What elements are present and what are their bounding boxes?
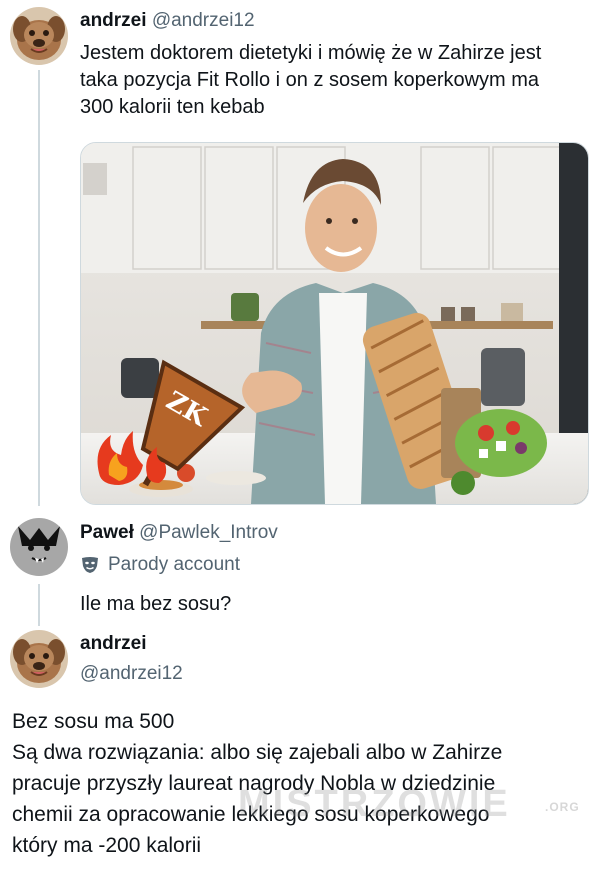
dog-avatar-icon bbox=[10, 7, 68, 65]
tweet-text-line: Bez sosu ma 500 bbox=[12, 710, 175, 733]
parody-label: Parody account bbox=[108, 554, 241, 575]
tweet-text: Ile ma bez sosu? bbox=[80, 593, 232, 615]
kebab-promo-image: ZK bbox=[81, 143, 588, 504]
tweet-text-line: 300 kalorii ten kebab bbox=[80, 96, 265, 118]
tweet-image[interactable]: ZK bbox=[80, 142, 589, 505]
tweet-text-line: taka pozycja Fit Rollo i on z sosem kope… bbox=[80, 69, 540, 91]
parody-account-badge: Parody account bbox=[80, 554, 240, 576]
author-handle[interactable]: @andrzei12 bbox=[152, 10, 255, 31]
thread-line-1 bbox=[38, 70, 40, 506]
dog-avatar-icon bbox=[10, 630, 68, 688]
avatar[interactable] bbox=[10, 7, 68, 65]
watermark: MISTRZOWIE bbox=[238, 783, 511, 825]
vampire-avatar-icon bbox=[10, 518, 68, 576]
author-name[interactable]: Paweł bbox=[80, 522, 134, 543]
author-row: andrzei bbox=[80, 633, 147, 655]
author-name[interactable]: andrzei bbox=[80, 10, 147, 31]
author-row: Paweł @Pawlek_Introv bbox=[80, 522, 278, 544]
tweet-text-line: który ma -200 kalorii bbox=[12, 834, 202, 857]
avatar[interactable] bbox=[10, 518, 68, 576]
author-handle[interactable]: @Pawlek_Introv bbox=[139, 522, 278, 543]
tweet-text-line: Są dwa rozwiązania: albo się zajebali al… bbox=[12, 741, 503, 764]
watermark-suffix: .ORG bbox=[545, 800, 580, 814]
theater-mask-icon bbox=[82, 557, 98, 573]
tweet-text: Jestem doktorem dietetyki i mówię że w Z… bbox=[80, 40, 590, 121]
author-handle[interactable]: @andrzei12 bbox=[80, 663, 183, 685]
tweet-text-line: Jestem doktorem dietetyki i mówię że w Z… bbox=[80, 42, 542, 64]
author-row: andrzei @andrzei12 bbox=[80, 10, 255, 32]
author-name[interactable]: andrzei bbox=[80, 633, 147, 654]
thread-line-2 bbox=[38, 584, 40, 626]
avatar[interactable] bbox=[10, 630, 68, 688]
